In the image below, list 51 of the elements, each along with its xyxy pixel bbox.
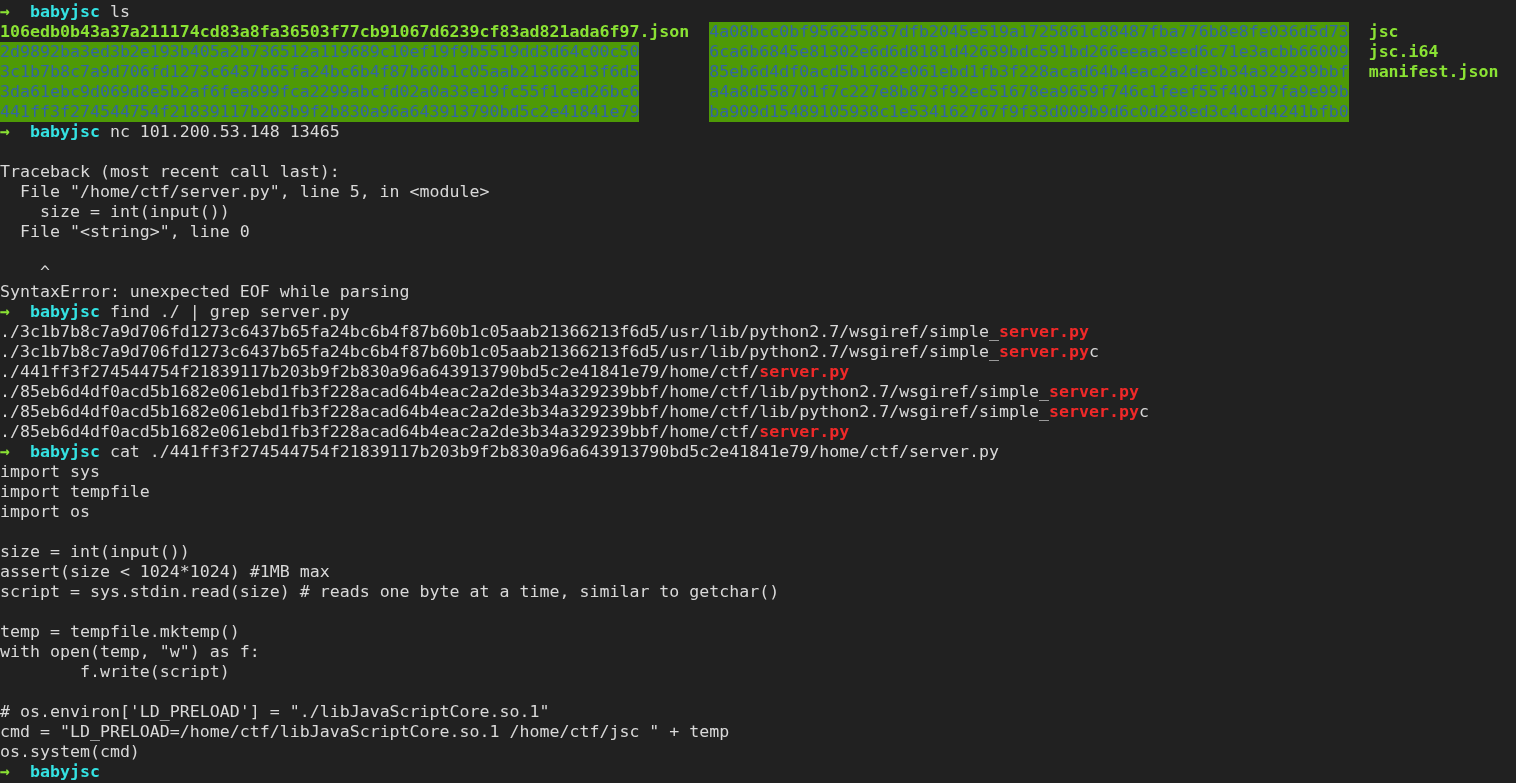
code-line: with open(temp, "w") as f: (0, 642, 260, 661)
directory-name: 85eb6d4df0acd5b1682e061ebd1fb3f228acad64b4eac2a2de3b34a329239bbf (709, 62, 1349, 82)
code-line: assert(size < 1024*1024) #1MB max (0, 562, 330, 581)
file-name: manifest.json (1368, 62, 1499, 82)
code-line: os.system(cmd) (0, 742, 140, 761)
prompt-directory: babyjsc (29, 122, 100, 141)
prompt-directory: babyjsc (29, 442, 100, 461)
directory-name: 2d9892ba3ed3b2e193b405a2b736512a119689c10ef19f9b5519dd3d64c00c50 (0, 42, 640, 62)
prompt-arrow: → (0, 2, 10, 21)
code-line: temp = tempfile.mktemp() (0, 622, 240, 641)
directory-name: 4a08bcc0bf956255837dfb2045e519a1725861c88487fba776b8e8fe036d5d73 (709, 22, 1349, 42)
code-line: size = int(input()) (0, 542, 190, 561)
output-line: size = int(input()) (39, 202, 230, 221)
code-line: cmd = "LD_PRELOAD=/home/ctf/libJavaScriptCore.so.1 /home/ctf/jsc " + temp (0, 722, 730, 741)
directory-name: 6ca6b6845e81302e6d6d8181d42639bdc591bd266eeaa3eed6c71e3acbb66009 (709, 42, 1349, 62)
output-line: SyntaxError: unexpected EOF while parsing (0, 282, 410, 301)
output-line: ./3c1b7b8c7a9d706fd1273c6437b65fa24bc6b4f87b60b1c05aab21366213f6d5/usr/lib/python2.7/wsgiref/simple_server.pyc (0, 342, 1099, 361)
directory-name: ba909d15489105938c1e534162767f9f33d009b9d6c0d238ed3c4ccd4241bfb0 (709, 102, 1349, 122)
code-line: import sys (0, 462, 100, 481)
directory-name: 441ff3f274544754f21839117b203b9f2b830a96a643913790bd5c2e41841e79 (0, 102, 640, 122)
command-text: nc 101.200.53.148 13465 (109, 122, 340, 141)
code-line: # os.environ['LD_PRELOAD'] = "./libJavaScriptCore.so.1" (0, 702, 550, 721)
output-line: ./3c1b7b8c7a9d706fd1273c6437b65fa24bc6b4f87b60b1c05aab21366213f6d5/usr/lib/python2.7/wsgiref/simple_server.py (0, 322, 1089, 341)
file-name: jsc (1368, 22, 1399, 42)
code-line: script = sys.stdin.read(size) # reads one byte at a time, similar to getchar() (0, 582, 780, 601)
command-text: find ./ | grep server.py (109, 302, 350, 321)
output-line: ./441ff3f274544754f21839117b203b9f2b830a96a643913790bd5c2e41841e79/home/ctf/server.py (0, 362, 850, 381)
output-line: ./85eb6d4df0acd5b1682e061ebd1fb3f228acad64b4eac2a2de3b34a329239bbf/home/ctf/server.py (0, 422, 850, 441)
output-line: File "/home/ctf/server.py", line 5, in <module> (19, 182, 490, 201)
prompt-arrow: → (0, 122, 10, 141)
output-line: ./85eb6d4df0acd5b1682e061ebd1fb3f228acad64b4eac2a2de3b34a329239bbf/home/ctf/lib/python2.7/wsgiref/simple_server.py (0, 382, 1139, 401)
command-text: cat ./441ff3f274544754f21839117b203b9f2b830a96a643913790bd5c2e41841e79/home/ctf/server.py (109, 442, 1000, 461)
directory-name: 3da61ebc9d069d8e5b2af6fea899fca2299abcfd02a0a33e19fc55f1ced26bc6 (0, 82, 640, 102)
output-line: Traceback (most recent call last): (0, 162, 340, 181)
code-line: import os (0, 502, 90, 521)
output-line: File "<string>", line 0 (19, 222, 250, 241)
prompt-arrow: → (0, 762, 10, 781)
file-name: 106edb0b43a37a211174cd83a8fa36503f77cb91067d6239cf83ad821ada6f97.json (0, 22, 690, 42)
output-line: ^ (39, 262, 50, 281)
code-line: f.write(script) (79, 662, 230, 681)
command-text: ls (109, 2, 130, 21)
prompt-directory: babyjsc (29, 302, 100, 321)
prompt-directory: babyjsc (29, 2, 100, 21)
prompt-arrow: → (0, 442, 10, 461)
prompt-directory: babyjsc (29, 762, 100, 781)
file-name: jsc.i64 (1368, 42, 1439, 62)
directory-name: a4a8d558701f7c227e8b873f92ec51678ea9659f746c1feef55f40137fa9e99b (709, 82, 1349, 102)
code-line: import tempfile (0, 482, 150, 501)
directory-name: 3c1b7b8c7a9d706fd1273c6437b65fa24bc6b4f87b60b1c05aab21366213f6d5 (0, 62, 640, 82)
prompt-arrow: → (0, 302, 10, 321)
output-line: ./85eb6d4df0acd5b1682e061ebd1fb3f228acad64b4eac2a2de3b34a329239bbf/home/ctf/lib/python2.7/wsgiref/simple_server.pyc (0, 402, 1149, 421)
